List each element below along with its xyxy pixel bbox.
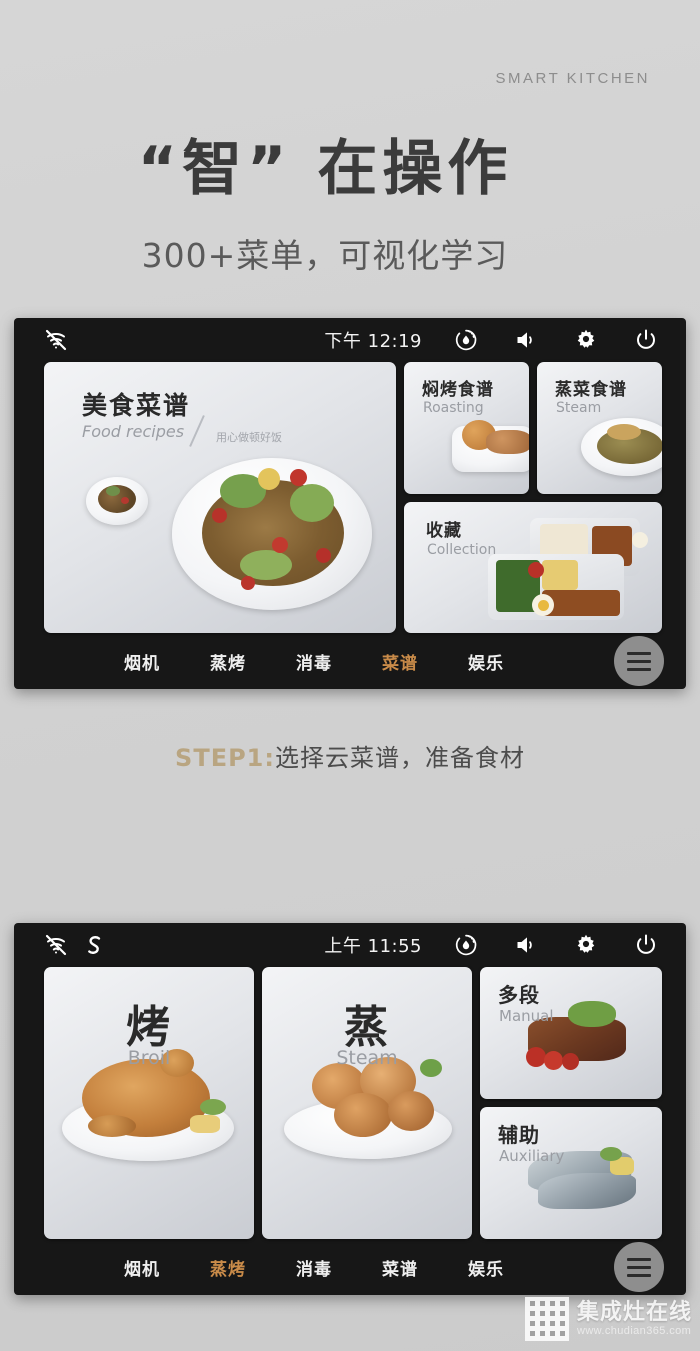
hamburger-menu-icon[interactable]: [614, 1242, 664, 1292]
card-collection[interactable]: 收藏 Collection: [404, 501, 662, 633]
card-food-recipes-subtitle: Food recipes: [82, 422, 185, 441]
card-manual-subtitle: Manual: [499, 1007, 554, 1025]
nav-item-steam-oven[interactable]: 蒸烤: [210, 1255, 246, 1280]
step1-text: 选择云菜谱，准备食材: [274, 744, 525, 772]
bottom-nav-screen1: 烟机 蒸烤 消毒 菜谱 娱乐: [14, 633, 686, 689]
watermark-name: 集成灶在线: [576, 1300, 692, 1326]
status-bar-screen1: 下午 12:19: [14, 318, 686, 362]
gear-icon[interactable]: [574, 933, 598, 957]
card-roasting[interactable]: 焖烤食谱 Roasting: [404, 362, 529, 494]
card-auxiliary-title: 辅助: [498, 1123, 540, 1147]
hamburger-menu-icon[interactable]: [614, 636, 664, 686]
card-steam-recipes-title: 蒸菜食谱: [555, 380, 627, 400]
nav-item-entertainment[interactable]: 娱乐: [468, 1255, 504, 1280]
clock-screen1: 下午 12:19: [324, 331, 422, 352]
screen2-content: 烤 Broil 蒸 Steam 多段 Manual 辅助 Auxiliary: [14, 967, 686, 1239]
step1-number: STEP1:: [175, 744, 275, 772]
card-food-recipes-title: 美食菜谱: [82, 391, 191, 420]
page-title: “智” 在操作: [137, 134, 513, 204]
eyebrow-text: SMART KITCHEN: [495, 70, 650, 87]
speaker-icon[interactable]: [514, 328, 538, 352]
wifi-off-icon[interactable]: [44, 328, 68, 352]
divider-slash: [189, 415, 205, 447]
card-food-recipes-note: 用心做顿好饭: [216, 431, 282, 444]
watermark-url: www.chudian365.com: [576, 1325, 692, 1338]
nav-item-hood[interactable]: 烟机: [124, 1255, 160, 1280]
nav-item-sterilize[interactable]: 消毒: [296, 649, 332, 674]
wifi-off-icon[interactable]: [44, 933, 68, 957]
humidity-timer-icon[interactable]: [454, 328, 478, 352]
nav-item-recipes[interactable]: 菜谱: [382, 1255, 418, 1280]
nav-item-recipes[interactable]: 菜谱: [382, 649, 418, 674]
power-icon[interactable]: [634, 328, 658, 352]
card-auxiliary[interactable]: 辅助 Auxiliary: [480, 1107, 662, 1239]
card-food-recipes[interactable]: 美食菜谱 Food recipes 用心做顿好饭: [44, 362, 396, 633]
card-broil-subtitle: Broil: [127, 1047, 171, 1069]
card-steam-recipes[interactable]: 蒸菜食谱 Steam: [537, 362, 662, 494]
step1-caption: STEP1:选择云菜谱，准备食材: [0, 738, 700, 773]
card-broil-title: 烤: [126, 1002, 172, 1053]
card-collection-subtitle: Collection: [427, 541, 497, 558]
card-steam-subtitle: Steam: [336, 1047, 398, 1069]
watermark: 集成灶在线 www.chudian365.com: [524, 1297, 692, 1341]
humidity-timer-icon[interactable]: [454, 933, 478, 957]
status-bar-screen2: 上午 11:55: [14, 923, 686, 967]
step2-caption: STEP2:一键匹配温度模式，得心应手: [0, 1347, 700, 1351]
speaker-icon[interactable]: [514, 933, 538, 957]
nav-item-sterilize[interactable]: 消毒: [296, 1255, 332, 1280]
page-subtitle: 300+菜单，可视化学习: [141, 236, 509, 275]
card-roasting-subtitle: Roasting: [423, 400, 484, 416]
card-auxiliary-subtitle: Auxiliary: [499, 1147, 565, 1165]
screen1-content: 美食菜谱 Food recipes 用心做顿好饭 焖烤食谱 Roasting 蒸…: [14, 362, 686, 633]
watermark-logo-icon: [524, 1297, 569, 1341]
page-header: SMART KITCHEN “智” 在操作 300+菜单，可视化学习: [0, 0, 700, 277]
card-steam[interactable]: 蒸 Steam: [262, 967, 472, 1239]
card-manual-title: 多段: [498, 983, 540, 1007]
nav-item-steam-oven[interactable]: 蒸烤: [210, 649, 246, 674]
device-screen-modes: 上午 11:55 烤 Broil 蒸 Steam 多段 Manual 辅助 Au…: [14, 923, 686, 1295]
device-screen-recipes: 下午 12:19 美食菜谱 Food recipes 用心做顿好饭 焖烤食谱 R…: [14, 318, 686, 689]
card-roasting-title: 焖烤食谱: [422, 380, 494, 400]
power-icon[interactable]: [634, 933, 658, 957]
card-collection-title: 收藏: [426, 520, 462, 541]
nav-item-hood[interactable]: 烟机: [124, 649, 160, 674]
card-steam-title: 蒸: [344, 1002, 390, 1053]
bottom-nav-screen2: 烟机 蒸烤 消毒 菜谱 娱乐: [14, 1239, 686, 1295]
clock-screen2: 上午 11:55: [324, 936, 422, 957]
card-steam-recipes-subtitle: Steam: [556, 400, 602, 416]
nav-item-entertainment[interactable]: 娱乐: [468, 649, 504, 674]
card-manual[interactable]: 多段 Manual: [480, 967, 662, 1099]
airflow-icon[interactable]: [82, 933, 106, 957]
card-broil[interactable]: 烤 Broil: [44, 967, 254, 1239]
gear-icon[interactable]: [574, 328, 598, 352]
